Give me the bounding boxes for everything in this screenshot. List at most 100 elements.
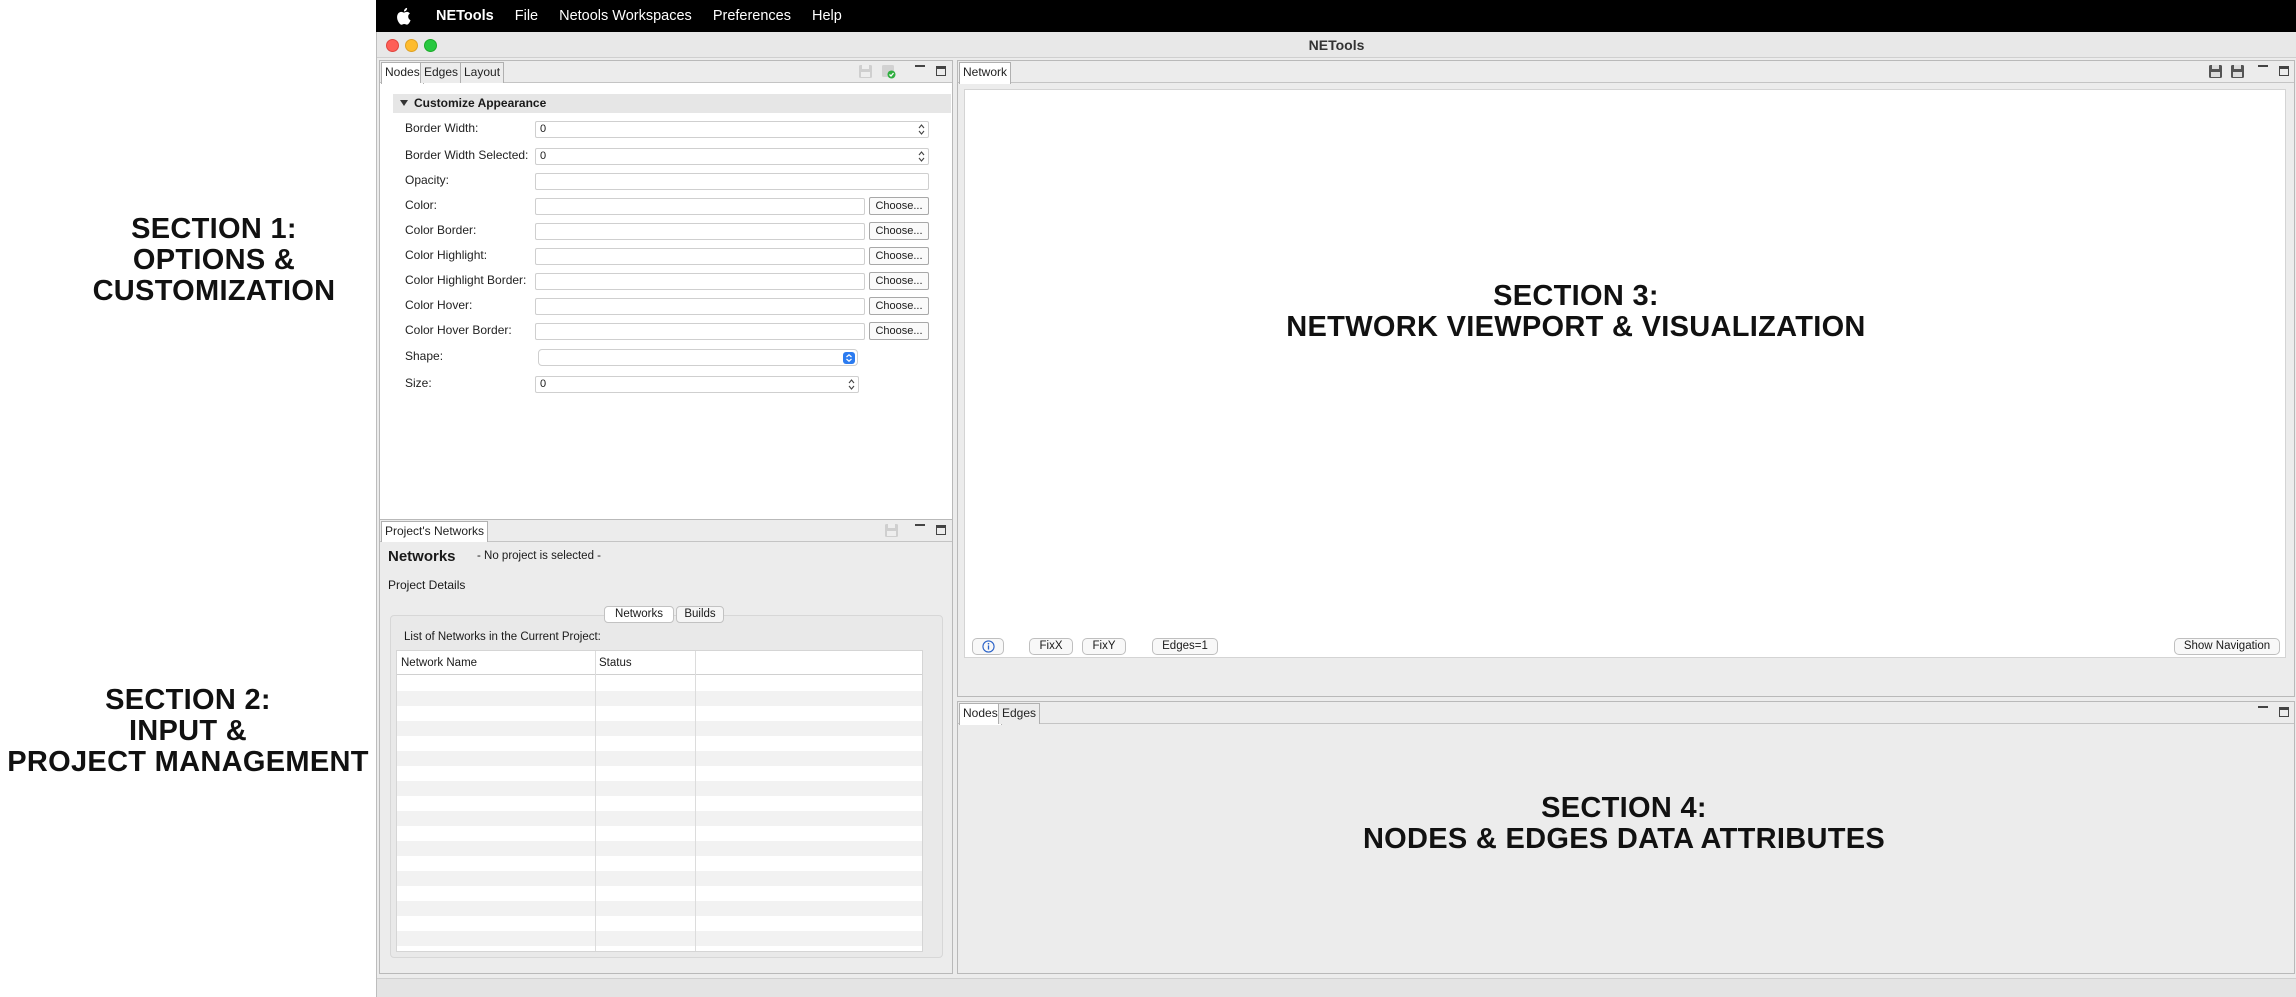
maximize-panel-button[interactable] bbox=[2279, 66, 2289, 76]
table-row[interactable] bbox=[397, 871, 922, 886]
edges-count-button[interactable]: Edges=1 bbox=[1152, 638, 1218, 655]
section-2-label: SECTION 2: INPUT & PROJECT MANAGEMENT bbox=[7, 684, 369, 778]
save-as-icon[interactable] bbox=[2230, 64, 2245, 79]
column-network-name[interactable]: Network Name bbox=[401, 657, 477, 669]
color-highlight-border-label: Color Highlight Border: bbox=[405, 273, 527, 287]
menu-preferences[interactable]: Preferences bbox=[713, 8, 791, 24]
tab-edges[interactable]: Edges bbox=[420, 62, 463, 83]
table-row[interactable] bbox=[397, 706, 922, 721]
table-row[interactable] bbox=[397, 691, 922, 706]
color-field[interactable] bbox=[535, 198, 865, 215]
table-row[interactable] bbox=[397, 736, 922, 751]
table-row[interactable] bbox=[397, 811, 922, 826]
table-row[interactable] bbox=[397, 901, 922, 916]
network-canvas[interactable]: SECTION 3: NETWORK VIEWPORT & VISUALIZAT… bbox=[964, 89, 2286, 658]
project-details-label: Project Details bbox=[388, 578, 466, 592]
color-hover-label: Color Hover: bbox=[405, 298, 473, 312]
section-3-label: SECTION 3: NETWORK VIEWPORT & VISUALIZAT… bbox=[1286, 280, 1866, 343]
table-row[interactable] bbox=[397, 856, 922, 871]
section-4-label: SECTION 4: NODES & EDGES DATA ATTRIBUTES bbox=[1362, 792, 1886, 855]
tab-nodes[interactable]: Nodes bbox=[381, 62, 424, 84]
fixx-button[interactable]: FixX bbox=[1029, 638, 1073, 655]
minimize-panel-button[interactable] bbox=[915, 524, 925, 526]
network-tabstrip: Network bbox=[958, 61, 2294, 84]
maximize-panel-button[interactable] bbox=[2279, 707, 2289, 717]
color-highlight-label: Color Highlight: bbox=[405, 248, 488, 262]
data-attributes-panel: Nodes Edges SECTION 4: NODES & EDGES DAT… bbox=[957, 701, 2295, 974]
table-row[interactable] bbox=[397, 886, 922, 901]
color-highlight-field[interactable] bbox=[535, 248, 865, 265]
minimize-panel-button[interactable] bbox=[2258, 65, 2268, 67]
table-row[interactable] bbox=[397, 841, 922, 856]
menu-help[interactable]: Help bbox=[812, 8, 842, 24]
section-1-label: SECTION 1: OPTIONS & CUSTOMIZATION bbox=[92, 213, 336, 307]
color-choose-button[interactable]: Choose... bbox=[869, 197, 929, 215]
subtab-builds[interactable]: Builds bbox=[676, 606, 724, 623]
shape-select[interactable] bbox=[538, 349, 858, 366]
options-panel: Nodes Edges Layout Customize Appearance … bbox=[379, 60, 953, 542]
color-border-field[interactable] bbox=[535, 223, 865, 240]
table-row[interactable] bbox=[397, 916, 922, 931]
color-border-choose-button[interactable]: Choose... bbox=[869, 222, 929, 240]
info-icon bbox=[981, 640, 995, 653]
tab-layout[interactable]: Layout bbox=[460, 62, 505, 83]
save-icon[interactable] bbox=[2208, 64, 2223, 79]
color-hover-field[interactable] bbox=[535, 298, 865, 315]
minimize-panel-button[interactable] bbox=[915, 65, 925, 67]
fixy-button[interactable]: FixY bbox=[1082, 638, 1126, 655]
border-width-selected-value: 0 bbox=[540, 150, 547, 162]
apple-icon[interactable] bbox=[395, 7, 411, 25]
table-row[interactable] bbox=[397, 676, 922, 691]
networks-table: Network Name Status bbox=[396, 650, 923, 952]
customize-appearance-header[interactable]: Customize Appearance bbox=[393, 94, 951, 113]
shape-label: Shape: bbox=[405, 349, 444, 363]
maximize-panel-button[interactable] bbox=[936, 66, 946, 76]
stepper-icon[interactable] bbox=[918, 123, 925, 136]
subtab-networks[interactable]: Networks bbox=[604, 606, 674, 623]
info-button[interactable] bbox=[972, 638, 1004, 655]
save-icon[interactable] bbox=[858, 64, 873, 79]
table-row[interactable] bbox=[397, 721, 922, 736]
border-width-value: 0 bbox=[540, 123, 547, 135]
color-highlight-choose-button[interactable]: Choose... bbox=[869, 247, 929, 265]
stepper-icon[interactable] bbox=[918, 150, 925, 163]
color-hover-border-choose-button[interactable]: Choose... bbox=[869, 322, 929, 340]
border-width-selected-spinner[interactable]: 0 bbox=[535, 148, 929, 165]
maximize-panel-button[interactable] bbox=[936, 525, 946, 535]
save-checked-icon[interactable] bbox=[881, 64, 896, 79]
minimize-panel-button[interactable] bbox=[2258, 706, 2268, 708]
save-icon[interactable] bbox=[884, 523, 899, 538]
table-row[interactable] bbox=[397, 766, 922, 781]
size-label: Size: bbox=[405, 376, 432, 390]
table-row[interactable] bbox=[397, 796, 922, 811]
no-project-label: - No project is selected - bbox=[477, 550, 601, 562]
table-row[interactable] bbox=[397, 826, 922, 841]
table-row[interactable] bbox=[397, 781, 922, 796]
select-arrows-icon[interactable] bbox=[843, 352, 855, 364]
show-navigation-button[interactable]: Show Navigation bbox=[2174, 638, 2280, 655]
menu-workspaces[interactable]: Netools Workspaces bbox=[559, 8, 692, 24]
color-highlight-border-field[interactable] bbox=[535, 273, 865, 290]
color-hover-border-field[interactable] bbox=[535, 323, 865, 340]
tab-data-nodes[interactable]: Nodes bbox=[959, 703, 1002, 725]
color-hover-choose-button[interactable]: Choose... bbox=[869, 297, 929, 315]
table-row[interactable] bbox=[397, 751, 922, 766]
color-highlight-border-choose-button[interactable]: Choose... bbox=[869, 272, 929, 290]
network-list-label: List of Networks in the Current Project: bbox=[404, 631, 601, 643]
stepper-icon[interactable] bbox=[848, 378, 855, 391]
app-window: NETools Nodes Edges Layout Customize App… bbox=[376, 32, 2296, 997]
menu-app[interactable]: NETools bbox=[436, 8, 494, 24]
tab-projects-networks[interactable]: Project's Networks bbox=[381, 521, 488, 543]
opacity-field[interactable] bbox=[535, 173, 929, 190]
projects-panel: Project's Networks Networks - No project… bbox=[379, 519, 953, 974]
tab-data-edges[interactable]: Edges bbox=[998, 703, 1041, 724]
menu-bar: NETools File Netools Workspaces Preferen… bbox=[376, 0, 2296, 32]
table-row[interactable] bbox=[397, 931, 922, 946]
status-bar bbox=[377, 978, 2296, 997]
column-status[interactable]: Status bbox=[599, 657, 632, 669]
tab-network[interactable]: Network bbox=[959, 62, 1012, 84]
menu-file[interactable]: File bbox=[515, 8, 538, 24]
border-width-spinner[interactable]: 0 bbox=[535, 121, 929, 138]
size-value: 0 bbox=[540, 378, 547, 390]
size-spinner[interactable]: 0 bbox=[535, 376, 859, 393]
